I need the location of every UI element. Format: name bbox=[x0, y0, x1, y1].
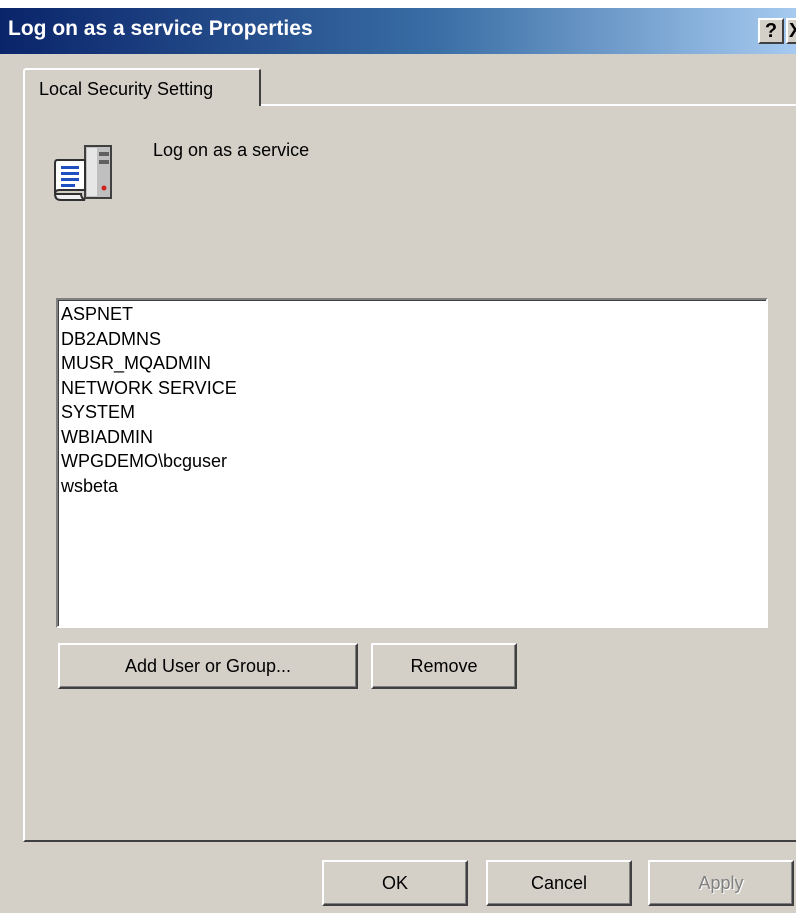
tab-panel: Log on as a service ASPNET DB2ADMNS MUSR… bbox=[23, 104, 796, 842]
list-item[interactable]: MUSR_MQADMIN bbox=[61, 351, 766, 376]
cancel-button[interactable]: Cancel bbox=[486, 860, 632, 906]
policy-server-scroll-icon bbox=[53, 145, 112, 201]
tab-local-security-setting[interactable]: Local Security Setting bbox=[23, 68, 261, 106]
accounts-listbox[interactable]: ASPNET DB2ADMNS MUSR_MQADMIN NETWORK SER… bbox=[56, 298, 768, 628]
list-item[interactable]: NETWORK SERVICE bbox=[61, 376, 766, 401]
help-button[interactable]: ? bbox=[758, 18, 784, 44]
add-user-or-group-button[interactable]: Add User or Group... bbox=[58, 643, 358, 689]
tab-label: Local Security Setting bbox=[39, 79, 214, 99]
remove-button[interactable]: Remove bbox=[371, 643, 517, 689]
list-item[interactable]: wsbeta bbox=[61, 474, 766, 499]
apply-button[interactable]: Apply bbox=[648, 860, 794, 906]
properties-dialog: Log on as a service Properties ? X Local… bbox=[0, 8, 796, 913]
list-item[interactable]: ASPNET bbox=[61, 302, 766, 327]
title-bar[interactable]: Log on as a service Properties ? X bbox=[0, 8, 796, 54]
window-title: Log on as a service Properties bbox=[8, 17, 313, 40]
ok-button[interactable]: OK bbox=[322, 860, 468, 906]
list-item[interactable]: WPGDEMO\bcguser bbox=[61, 449, 766, 474]
list-item[interactable]: DB2ADMNS bbox=[61, 327, 766, 352]
list-item[interactable]: WBIADMIN bbox=[61, 425, 766, 450]
list-item[interactable]: SYSTEM bbox=[61, 400, 766, 425]
close-button[interactable]: X bbox=[786, 18, 796, 44]
policy-name: Log on as a service bbox=[153, 140, 310, 160]
